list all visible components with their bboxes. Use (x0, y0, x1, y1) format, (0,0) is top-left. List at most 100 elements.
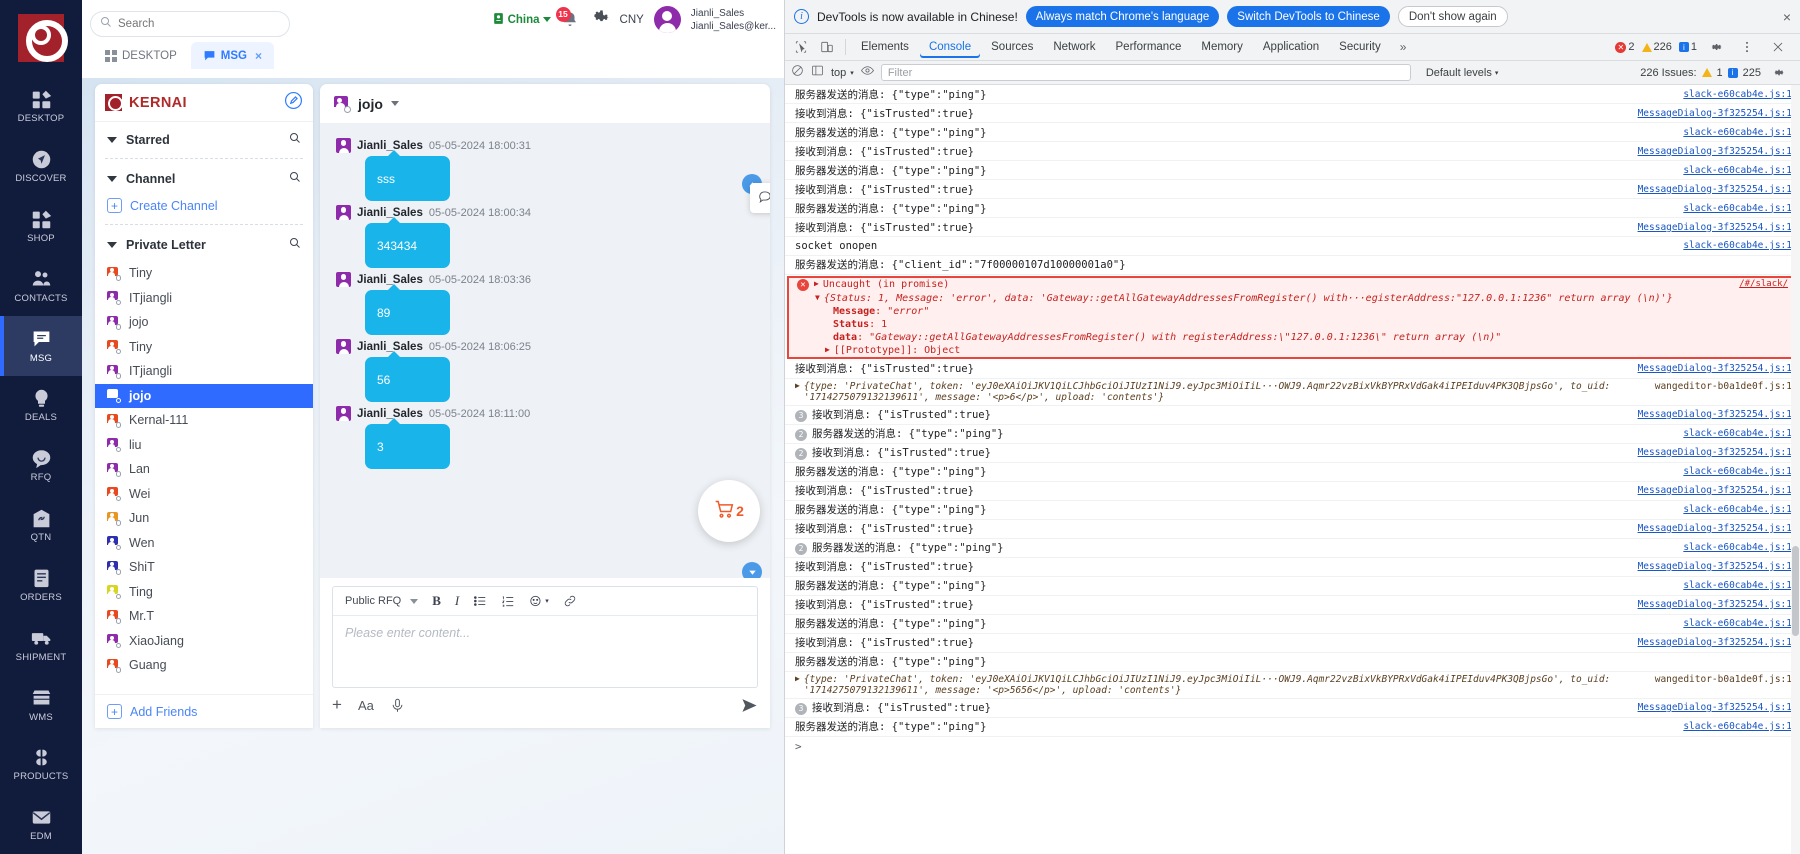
tab-console[interactable]: Console (920, 36, 980, 58)
contact-item[interactable]: ShiT (95, 555, 313, 580)
filter-input[interactable]: Filter (880, 64, 1411, 81)
emoji-button[interactable]: ▾ (529, 594, 549, 608)
microphone-icon[interactable] (390, 698, 405, 713)
contact-item[interactable]: Jun (95, 506, 313, 531)
console-source-link[interactable]: MessageDialog-3f325254.js:1 (1628, 146, 1792, 157)
section-private-letter[interactable]: Private Letter (95, 227, 313, 261)
console-source-link[interactable]: MessageDialog-3f325254.js:1 (1628, 447, 1792, 458)
console-error-block[interactable]: /#/slack/✕ ▶ Uncaught (in promise) ▼ {Status… (787, 275, 1796, 359)
message-bubble[interactable]: 343434 (365, 217, 450, 268)
contact-item[interactable]: Ting (95, 580, 313, 605)
tab-msg[interactable]: MSG × (190, 42, 274, 69)
gear-icon[interactable] (593, 9, 610, 31)
settings-icon[interactable] (1766, 62, 1790, 84)
contact-item[interactable]: Wen (95, 531, 313, 556)
section-starred[interactable]: Starred (95, 122, 313, 156)
send-button[interactable] (741, 697, 758, 714)
console-source-link[interactable]: MessageDialog-3f325254.js:1 (1628, 637, 1792, 648)
contact-item[interactable]: Tiny (95, 335, 313, 360)
tab-sources[interactable]: Sources (982, 36, 1042, 58)
create-channel-button[interactable]: + Create Channel (95, 195, 313, 222)
console-row[interactable]: 接收到消息: {"isTrusted":true} MessageDialog-3… (785, 558, 1800, 577)
currency-label[interactable]: CNY (620, 14, 644, 26)
rail-item-shipment[interactable]: SHIPMENT (0, 615, 82, 675)
rail-item-shop[interactable]: SHOP (0, 196, 82, 256)
console-source-link[interactable]: slack-e60cab4e.js:1 (1673, 618, 1792, 629)
device-toolbar-icon[interactable] (815, 36, 839, 58)
search-input[interactable] (118, 18, 280, 30)
bullet-list-button[interactable] (473, 594, 487, 608)
console-row[interactable]: 服务器发送的消息: {"type":"ping"} (785, 653, 1800, 672)
contact-item[interactable]: jojo (95, 383, 313, 408)
console-source-link[interactable]: MessageDialog-3f325254.js:1 (1628, 702, 1792, 713)
console-row[interactable]: socket onopen slack-e60cab4e.js:1 (785, 237, 1800, 256)
console-source-link[interactable]: slack-e60cab4e.js:1 (1673, 580, 1792, 591)
search-box[interactable] (90, 11, 290, 37)
console-row[interactable]: 服务器发送的消息: {"type":"ping"} slack-e60cab4e.… (785, 577, 1800, 596)
console-row[interactable]: 接收到消息: {"isTrusted":true} MessageDialog-3… (785, 142, 1800, 161)
console-row[interactable]: 2 接收到消息: {"isTrusted":true} MessageDialog-… (785, 444, 1800, 463)
context-selector[interactable]: top ▾ (831, 67, 854, 79)
warning-count[interactable]: 226 (1641, 41, 1672, 53)
tab-performance[interactable]: Performance (1107, 36, 1191, 58)
tab-desktop[interactable]: DESKTOP (92, 42, 189, 69)
chevron-down-icon[interactable] (390, 101, 399, 106)
console-source-link[interactable]: slack-e60cab4e.js:1 (1673, 466, 1792, 477)
console-source-link[interactable]: slack-e60cab4e.js:1 (1673, 721, 1792, 732)
section-channel[interactable]: Channel (95, 161, 313, 195)
kebab-icon[interactable] (1735, 36, 1759, 58)
search-icon[interactable] (289, 236, 301, 254)
pencil-circle-icon[interactable] (284, 91, 303, 115)
tab-elements[interactable]: Elements (852, 36, 918, 58)
message-bubble[interactable]: 89 (365, 284, 450, 335)
contact-item[interactable]: Lan (95, 457, 313, 482)
rail-item-products[interactable]: PRODUCTS (0, 734, 82, 794)
reply-icon[interactable] (758, 189, 770, 208)
rail-item-desktop[interactable]: DESKTOP (0, 76, 82, 136)
log-levels-selector[interactable]: Default levels ▾ (1426, 67, 1499, 79)
notifications-button[interactable]: 15 (555, 6, 583, 31)
contact-item[interactable]: Kernal-111 (95, 408, 313, 433)
attach-button[interactable]: + (332, 695, 342, 715)
console-row[interactable]: 接收到消息: {"isTrusted":true} MessageDialog-3… (785, 634, 1800, 653)
console-source-link[interactable]: MessageDialog-3f325254.js:1 (1628, 409, 1792, 420)
console-row[interactable]: 服务器发送的消息: {"type":"ping"} slack-e60cab4e.… (785, 199, 1800, 218)
search-icon[interactable] (289, 131, 301, 149)
console-row[interactable]: 接收到消息: {"isTrusted":true} MessageDialog-3… (785, 180, 1800, 199)
rfq-type-selector[interactable]: Public RFQ (345, 595, 419, 607)
font-size-button[interactable]: Aa (358, 698, 374, 713)
console-row[interactable]: 3 接收到消息: {"isTrusted":true} MessageDialog-… (785, 406, 1800, 425)
contact-item[interactable]: Guang (95, 653, 313, 678)
contact-item[interactable]: jojo (95, 310, 313, 335)
region-selector[interactable]: China (492, 12, 551, 28)
console-row[interactable]: 服务器发送的消息: {"type":"ping"} slack-e60cab4e.… (785, 85, 1800, 104)
contact-item[interactable]: ITjiangli (95, 286, 313, 311)
dont-show-again-button[interactable]: Don't show again (1397, 6, 1508, 27)
rail-item-orders[interactable]: ORDERS (0, 555, 82, 615)
console-source-link[interactable]: slack-e60cab4e.js:1 (1673, 203, 1792, 214)
issues-summary[interactable]: 226 Issues: 1 i 225 (1640, 62, 1794, 84)
console-row[interactable]: 2 服务器发送的消息: {"type":"ping"} slack-e60cab4e… (785, 539, 1800, 558)
eye-icon[interactable] (860, 64, 874, 82)
more-tabs-icon[interactable]: » (1392, 40, 1415, 54)
console-row[interactable]: 服务器发送的消息: {"client_id":"7f00000107d10000… (785, 256, 1800, 275)
console-row[interactable]: 接收到消息: {"isTrusted":true} MessageDialog-3… (785, 482, 1800, 501)
rail-item-wms[interactable]: WMS (0, 675, 82, 735)
numbered-list-button[interactable] (501, 594, 515, 608)
error-summary[interactable]: ▼ {Status: 1, Message: 'error', data: 'Ga… (789, 292, 1794, 305)
console-source-link[interactable]: MessageDialog-3f325254.js:1 (1628, 363, 1792, 374)
console-output[interactable]: 服务器发送的消息: {"type":"ping"} slack-e60cab4e.… (785, 85, 1800, 854)
console-prompt[interactable]: > (785, 737, 1800, 756)
error-source-link[interactable]: /#/slack/ (1739, 279, 1788, 289)
contact-item[interactable]: ITjiangli (95, 359, 313, 384)
filter-sidebar-icon[interactable] (811, 64, 824, 82)
console-source-link[interactable]: slack-e60cab4e.js:1 (1673, 89, 1792, 100)
console-source-link[interactable]: MessageDialog-3f325254.js:1 (1628, 523, 1792, 534)
add-friends-button[interactable]: + Add Friends (95, 694, 313, 728)
console-source-link[interactable]: wangeditor-b0a1de0f.js:1 (1655, 674, 1792, 685)
message-bubble[interactable]: 56 (365, 351, 450, 402)
message-bubble[interactable]: 3 (365, 418, 450, 469)
tab-network[interactable]: Network (1044, 36, 1104, 58)
italic-button[interactable]: I (455, 593, 459, 609)
console-source-link[interactable]: slack-e60cab4e.js:1 (1673, 504, 1792, 515)
